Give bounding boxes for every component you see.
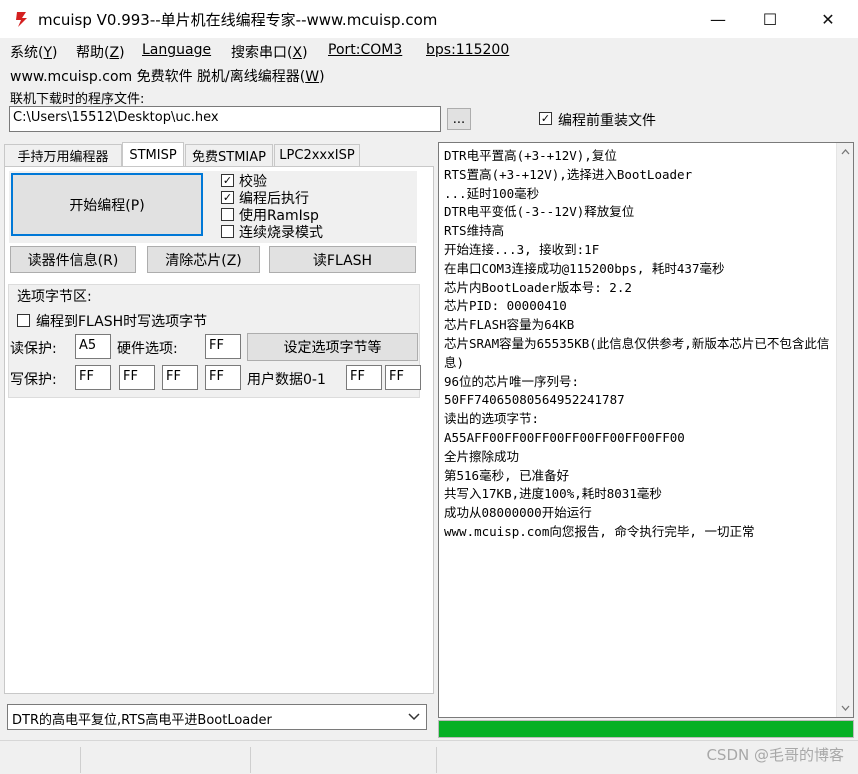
menu-system[interactable]: 系统(Y) [10, 42, 58, 62]
log-line: DTR电平变低(-3--12V)释放复位 [444, 204, 635, 220]
write-protect-input-1[interactable]: FF [119, 365, 155, 390]
menu-baudrate[interactable]: bps:115200 [426, 42, 509, 58]
title-bar: mcuisp V0.993--单片机在线编程专家--www.mcuisp.com… [0, 0, 858, 38]
reset-mode-value: DTR的高电平复位,RTS高电平进BootLoader [12, 713, 272, 728]
log-line: RTS置高(+3-+12V),选择进入BootLoader [444, 166, 693, 182]
log-line: 在串口COM3连接成功@115200bps, 耗时437毫秒 [444, 260, 725, 276]
log-lines: DTR电平置高(+3-+12V),复位 RTS置高(+3-+12V),选择进入Bo… [444, 147, 830, 542]
read-protect-label: 读保护: [10, 341, 57, 357]
read-protect-input[interactable]: A5 [75, 334, 111, 359]
maximize-icon: ☐ [762, 9, 778, 29]
check-icon: ✓ [540, 112, 551, 125]
hw-option-label: 硬件选项: [117, 341, 178, 357]
status-divider [80, 747, 81, 773]
window-title: mcuisp V0.993--单片机在线编程专家--www.mcuisp.com [38, 11, 438, 29]
write-protect-input-2[interactable]: FF [162, 365, 198, 390]
hw-option-input[interactable]: FF [205, 334, 241, 359]
menu-language[interactable]: Language [142, 42, 211, 58]
menu-bar: 系统(Y) 帮助(Z) Language 搜索串口(X) Port:COM3 b… [0, 38, 858, 64]
write-option-bytes-label: 编程到FLASH时写选项字节 [36, 314, 208, 330]
start-program-button[interactable]: 开始编程(P) [11, 173, 203, 236]
minimize-icon: — [710, 9, 726, 29]
status-divider [436, 747, 437, 773]
tab-lpc2xxxisp[interactable]: LPC2xxxISP [274, 144, 360, 166]
continuous-mode-checkbox[interactable] [221, 225, 234, 238]
write-option-bytes-checkbox[interactable] [17, 314, 30, 327]
log-line: www.mcuisp.com向您报告, 命令执行完毕, 一切正常 [444, 523, 755, 539]
app-logo-icon [16, 12, 27, 27]
close-button[interactable]: ✕ [800, 0, 856, 38]
tab-handheld-programmer[interactable]: 手持万用编程器 [4, 144, 122, 166]
use-ramisp-checkbox[interactable] [221, 208, 234, 221]
write-protect-input-3[interactable]: FF [205, 365, 241, 390]
run-after-program-checkbox[interactable]: ✓ [221, 191, 234, 204]
reload-checkbox[interactable]: ✓ [539, 112, 552, 125]
menu-port[interactable]: Port:COM3 [328, 42, 402, 58]
log-line: A55AFF00FF00FF00FF00FF00FF00FF00 [444, 429, 685, 445]
log-line: 芯片内BootLoader版本号: 2.2 [444, 279, 632, 295]
chevron-down-icon[interactable] [405, 708, 423, 726]
status-divider [250, 747, 251, 773]
close-icon: ✕ [821, 9, 835, 29]
erase-chip-button[interactable]: 清除芯片(Z) [147, 246, 260, 273]
log-line: 全片擦除成功 [444, 448, 520, 464]
browse-button[interactable]: ... [447, 108, 471, 130]
read-device-info-button[interactable]: 读器件信息(R) [10, 246, 136, 273]
log-line: 96位的芯片唯一序列号: [444, 373, 580, 389]
tab-free-stmiap[interactable]: 免费STMIAP [185, 144, 273, 166]
log-line: 第516毫秒, 已准备好 [444, 467, 570, 483]
continuous-mode-label: 连续烧录模式 [239, 225, 323, 241]
progress-fill [439, 721, 853, 737]
menu-help[interactable]: 帮助(Z) [76, 42, 125, 62]
log-line: 芯片SRAM容量为65535KB(此信息仅供参考,新版本芯片已不包含此信息) [444, 335, 830, 370]
scroll-down-icon[interactable] [841, 705, 850, 711]
log-output[interactable]: DTR电平置高(+3-+12V),复位 RTS置高(+3-+12V),选择进入Bo… [438, 142, 854, 718]
write-protect-label: 写保护: [10, 372, 57, 388]
tab-stmisp[interactable]: STMISP [122, 142, 184, 167]
reload-label: 编程前重装文件 [558, 113, 656, 129]
log-line: ...延时100毫秒 [444, 185, 540, 201]
verify-checkbox[interactable]: ✓ [221, 174, 234, 187]
user-data-input-0[interactable]: FF [346, 365, 382, 390]
option-bytes-label: 选项字节区: [17, 289, 92, 305]
reset-mode-select[interactable]: DTR的高电平复位,RTS高电平进BootLoader [7, 704, 427, 730]
check-icon: ✓ [222, 174, 233, 187]
check-icon: ✓ [222, 191, 233, 204]
menu-search-port[interactable]: 搜索串口(X) [231, 42, 308, 62]
log-line: 芯片PID: 00000410 [444, 298, 567, 314]
stmisp-panel: 开始编程(P) ✓ 校验 ✓ 编程后执行 使用RamIsp 连续烧录模式 读器件… [4, 166, 434, 694]
user-data-label: 用户数据0-1 [247, 372, 326, 388]
read-flash-button[interactable]: 读FLASH [269, 246, 416, 273]
user-data-input-1[interactable]: FF [385, 365, 421, 390]
log-line: 成功从08000000开始运行 [444, 505, 592, 521]
log-line: DTR电平置高(+3-+12V),复位 [444, 148, 617, 163]
file-path-input[interactable]: C:\Users\15512\Desktop\uc.hex [9, 106, 441, 132]
log-line: RTS维持高 [444, 223, 505, 239]
set-option-bytes-button[interactable]: 设定选项字节等 [247, 333, 418, 361]
log-scrollbar[interactable] [836, 143, 853, 717]
log-line: 芯片FLASH容量为64KB [444, 317, 575, 333]
minimize-button[interactable]: — [690, 0, 746, 38]
maximize-button[interactable]: ☐ [742, 0, 798, 38]
file-label: 联机下载时的程序文件: [10, 92, 145, 107]
log-line: 50FF74065080564952241787 [444, 392, 625, 408]
menu-offline-programmer[interactable]: www.mcuisp.com 免费软件 脱机/离线编程器(W) [10, 66, 325, 86]
scroll-up-icon[interactable] [841, 149, 850, 155]
write-protect-input-0[interactable]: FF [75, 365, 111, 390]
progress-bar [438, 720, 854, 738]
log-line: 开始连接...3, 接收到:1F [444, 241, 600, 257]
log-line: 共写入17KB,进度100%,耗时8031毫秒 [444, 486, 662, 502]
watermark: CSDN @毛哥的博客 [706, 746, 844, 764]
log-line: 读出的选项字节: [444, 411, 540, 427]
